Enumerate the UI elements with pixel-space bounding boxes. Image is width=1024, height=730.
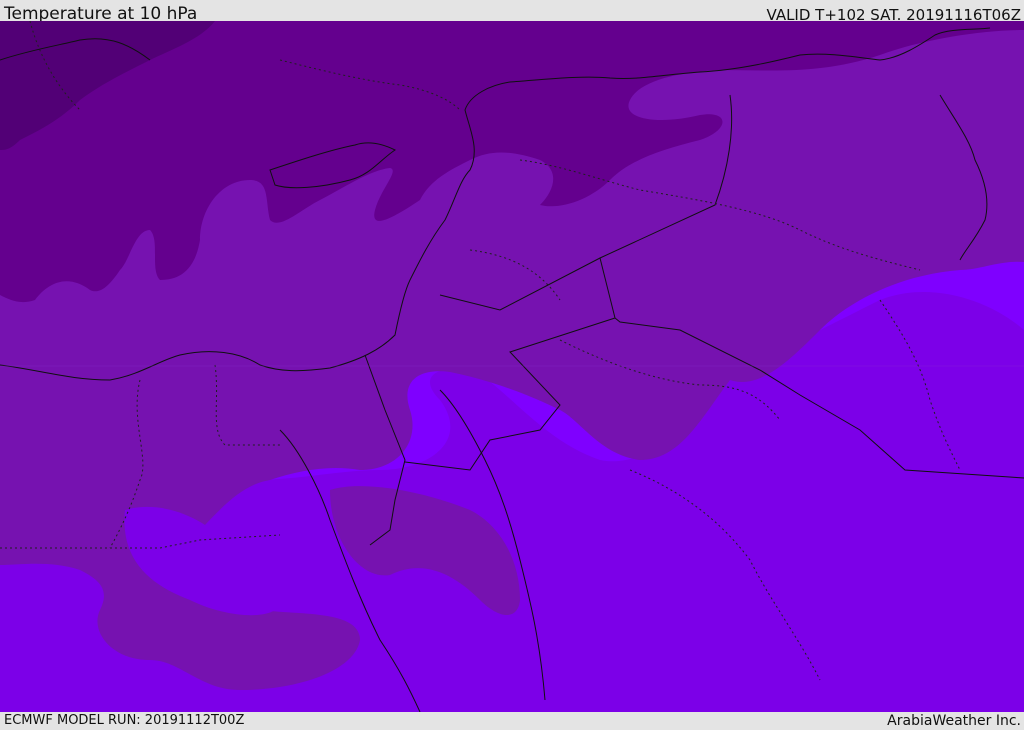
credit-label: ArabiaWeather Inc. [887,713,1021,729]
map-canvas [0,21,1024,712]
model-run-label: ECMWF MODEL RUN: 20191112T00Z [4,713,245,728]
weather-map[interactable] [0,21,1024,712]
footer-bar: ECMWF MODEL RUN: 20191112T00Z ArabiaWeat… [0,712,1024,729]
header-bar: Temperature at 10 hPa VALID T+102 SAT. 2… [0,0,1024,24]
